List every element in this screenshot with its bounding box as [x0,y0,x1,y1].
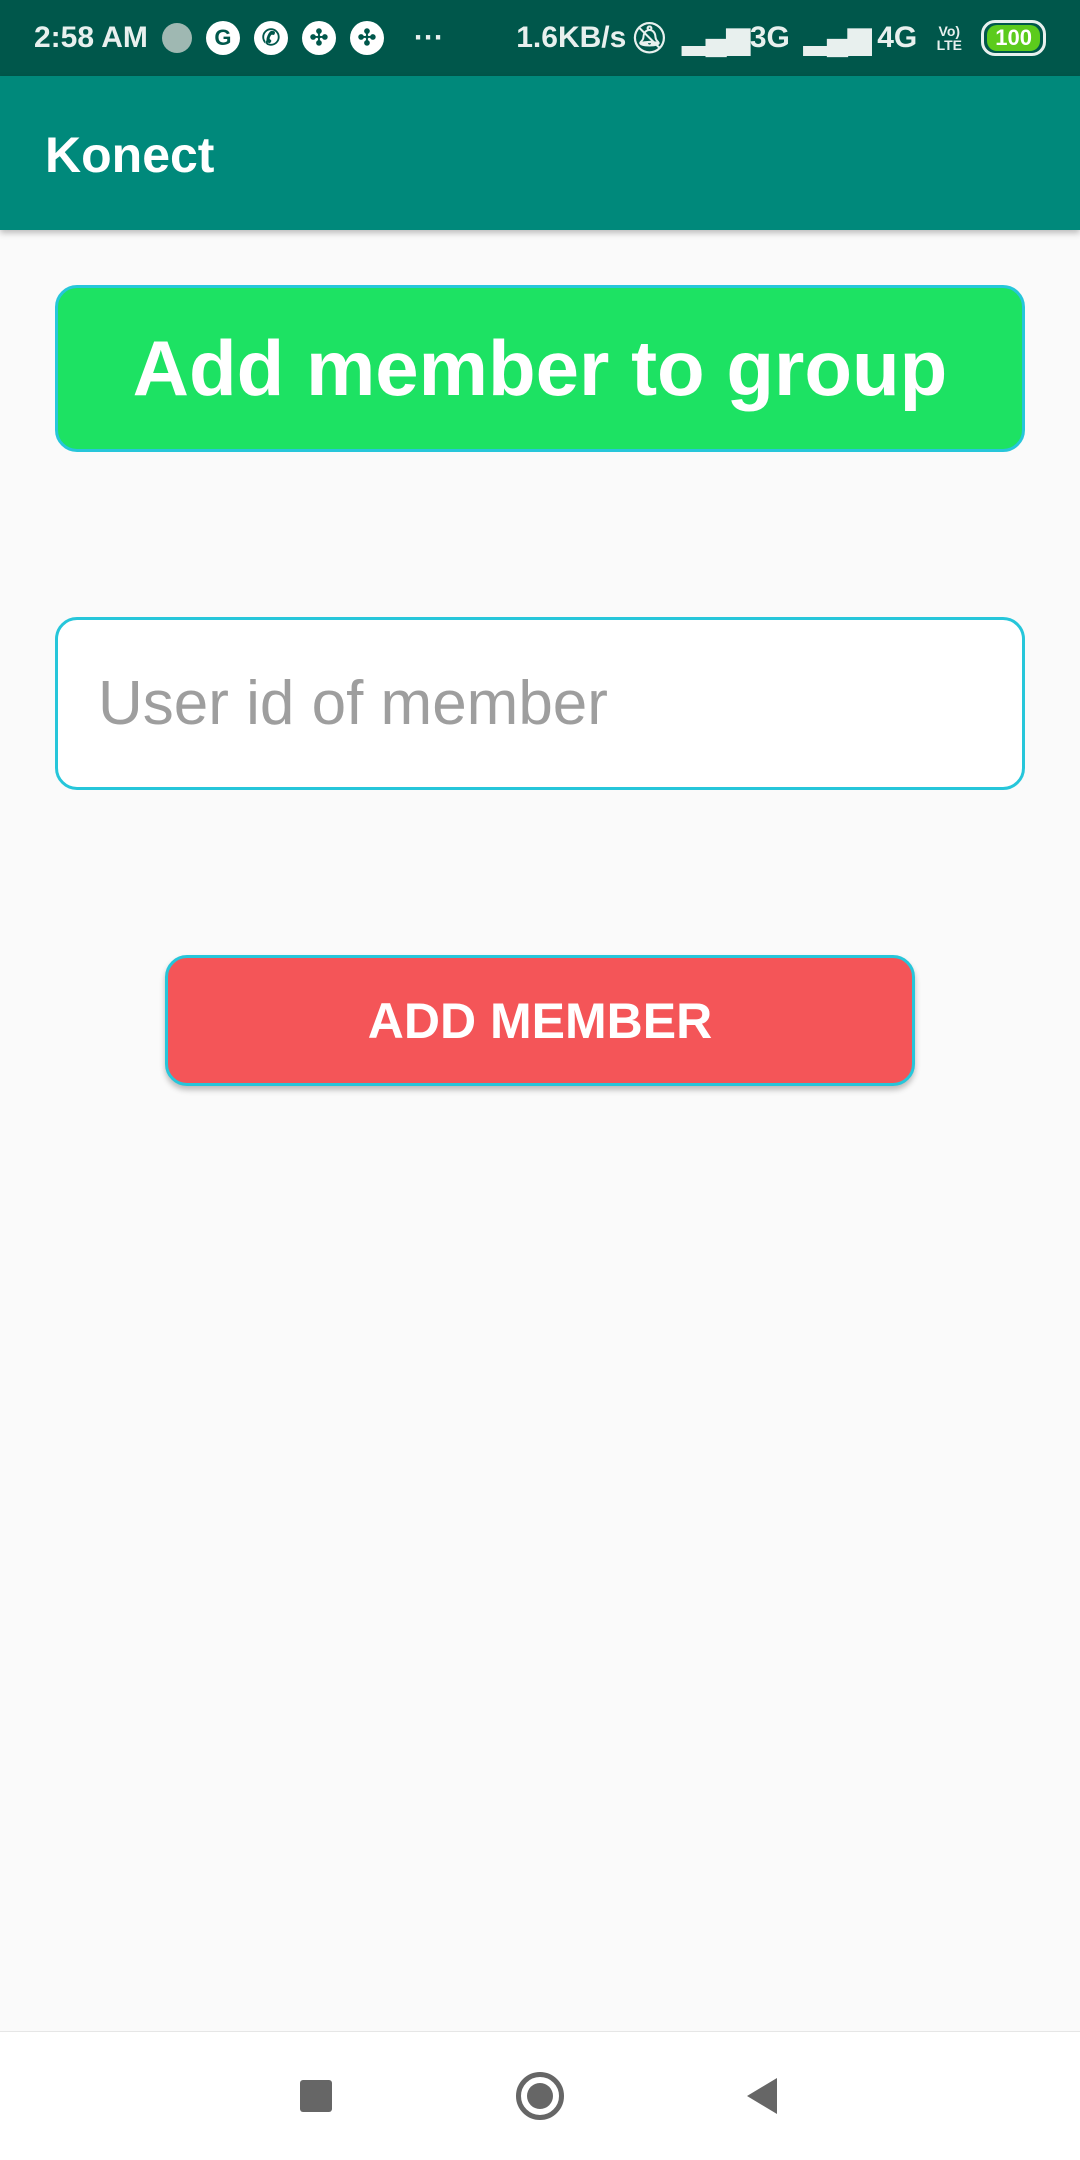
sim2-type: 4G [877,21,918,54]
navigation-bar [0,2031,1080,2160]
volte-icon: Vo) LTE [936,23,962,53]
sync-icon [161,23,192,53]
google-icon: G [205,21,240,55]
home-icon[interactable] [516,2072,564,2120]
app-icon: ✣ [349,21,384,55]
more-icon: ··· [413,21,444,54]
battery-level: 100 [987,25,1040,51]
battery-icon: 100 [981,20,1046,56]
app-title: Konect [45,127,215,183]
status-bar: 2:58 AM G ✆ ✣ ✣ ··· 1.6KB/s 🔕︎ ▂▄▆ 3G ▂▄… [0,0,1080,76]
user-id-input[interactable]: User id of member [55,617,1025,790]
signal-icon: ▂▄▆ [803,21,872,55]
time: 2:58 AM [34,21,148,54]
signal-icon: ▂▄▆ [682,21,750,55]
back-icon[interactable] [747,2078,777,2114]
sim1-type: 3G [749,21,790,54]
whatsapp-icon: ✆ [253,21,288,55]
recents-icon[interactable] [300,2080,332,2112]
mute-bell-icon: 🔕︎ [630,21,669,55]
app-icon: ✣ [301,21,336,55]
net-speed: 1.6KB/s [516,21,627,54]
page-heading: Add member to group [55,285,1025,452]
add-member-button[interactable]: ADD MEMBER [165,955,915,1086]
app-bar: Konect [0,76,1080,230]
